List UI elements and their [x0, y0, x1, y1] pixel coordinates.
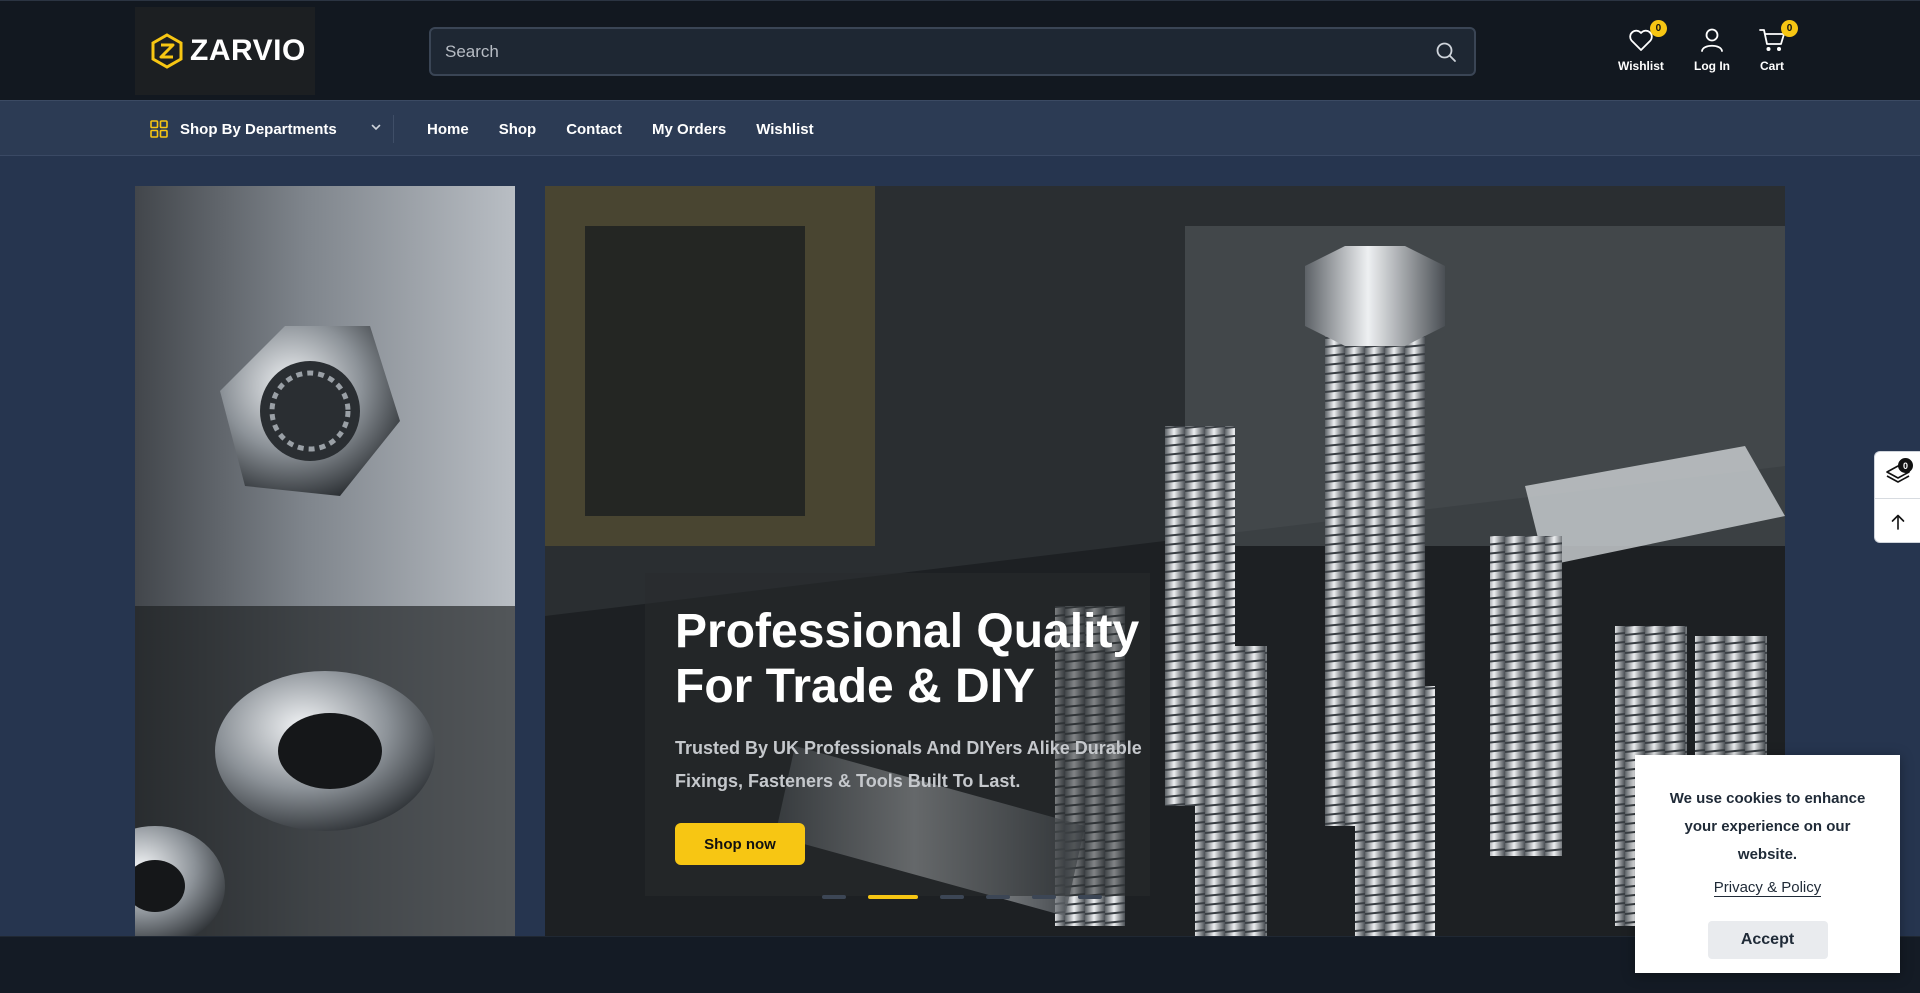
floating-toolbar: 0: [1874, 451, 1920, 543]
slider-dot[interactable]: [822, 895, 846, 899]
nav-link-wishlist[interactable]: Wishlist: [756, 121, 813, 138]
nav-links: Home Shop Contact My Orders Wishlist: [427, 101, 844, 157]
compare-count-badge: 0: [1898, 458, 1913, 473]
search-bar: [429, 27, 1476, 76]
cart-button[interactable]: 0 Cart: [1758, 20, 1798, 73]
slider-dot[interactable]: [986, 895, 1010, 899]
logo-mark-icon: [151, 33, 183, 69]
back-to-top-button[interactable]: [1875, 498, 1920, 544]
privacy-policy-link[interactable]: Privacy & Policy: [1713, 879, 1822, 897]
header: ZARVIO 0 Wishlist Log In: [0, 0, 1920, 100]
slider-dot[interactable]: [1032, 895, 1056, 899]
wishlist-label: Wishlist: [1618, 59, 1664, 73]
chevron-down-icon: [371, 124, 381, 131]
slider-pagination: [822, 895, 1124, 899]
main-navigation: Shop By Departments Home Shop Contact My…: [0, 100, 1920, 156]
slider-dot-active[interactable]: [868, 895, 918, 899]
accept-cookies-button[interactable]: Accept: [1707, 921, 1828, 959]
nav-divider: [393, 115, 394, 143]
cart-count-badge: 0: [1781, 20, 1798, 37]
user-icon: [1701, 28, 1723, 52]
slider-dot[interactable]: [940, 895, 964, 899]
page-footer-strip: [0, 936, 1920, 993]
slider-dot[interactable]: [1078, 895, 1102, 899]
hero-title: Professional Quality For Trade & DIY: [675, 605, 1140, 713]
nav-link-contact[interactable]: Contact: [566, 121, 622, 138]
hero-slider: Professional Quality For Trade & DIY Tru…: [545, 186, 1785, 936]
grid-icon: [150, 120, 168, 138]
hero-subtitle: Trusted By UK Professionals And DIYers A…: [675, 738, 1142, 791]
logo[interactable]: ZARVIO: [135, 7, 315, 95]
shop-now-button[interactable]: Shop now: [675, 823, 805, 865]
logo-text: ZARVIO: [190, 34, 306, 67]
login-button[interactable]: Log In: [1694, 25, 1730, 73]
cart-label: Cart: [1759, 59, 1784, 73]
login-label: Log In: [1694, 59, 1730, 73]
departments-label: Shop By Departments: [180, 120, 337, 138]
cookie-consent-popup: We use cookies to enhance your experienc…: [1635, 755, 1900, 973]
nav-link-my-orders[interactable]: My Orders: [652, 121, 726, 138]
search-icon: [1436, 42, 1456, 62]
wishlist-count-badge: 0: [1649, 20, 1667, 37]
wishlist-button[interactable]: 0 Wishlist: [1618, 20, 1667, 73]
nav-link-shop[interactable]: Shop: [499, 121, 537, 138]
side-banner-image[interactable]: [135, 186, 515, 936]
cookie-message: We use cookies to enhance your experienc…: [1669, 790, 1866, 863]
hex-nut-washer-illustration: [135, 326, 515, 936]
departments-dropdown[interactable]: Shop By Departments: [150, 101, 382, 157]
nav-link-home[interactable]: Home: [427, 121, 469, 138]
search-input[interactable]: [445, 41, 1432, 62]
search-button[interactable]: [1432, 38, 1460, 66]
compare-button[interactable]: 0: [1875, 452, 1920, 498]
arrow-up-icon: [1891, 514, 1905, 530]
